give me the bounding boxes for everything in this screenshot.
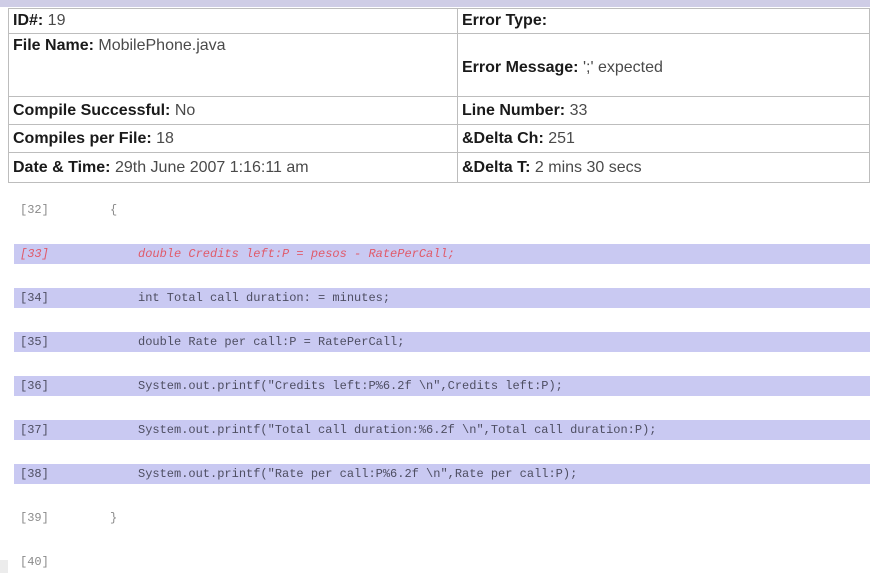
code-text: double Rate per call:P = RatePerCall; [138, 335, 405, 349]
date-time-label: Date & Time: [13, 159, 111, 176]
code-text: } [110, 511, 118, 525]
error-type-cell: Error Type: [457, 8, 870, 34]
compiles-per-file-value: 18 [151, 130, 174, 147]
line-number: [35] [20, 335, 49, 349]
line-number: [33] [20, 247, 49, 261]
line-number: [40] [20, 555, 49, 569]
line-number: [32] [20, 203, 49, 217]
delta-t-value: 2 mins 30 secs [530, 159, 642, 176]
error-info-table: ID#: 19 Error Type: File Name: MobilePho… [8, 8, 870, 183]
header-bar [0, 0, 870, 7]
line-number-label: Line Number: [462, 102, 566, 119]
file-name-value: MobilePhone.java [93, 37, 226, 54]
delta-ch-label: &Delta Ch: [462, 130, 544, 147]
code-text: System.out.printf("Total call duration:%… [138, 423, 657, 437]
line-number: [39] [20, 511, 49, 525]
compile-successful-value: No [170, 102, 196, 119]
delta-ch-cell: &Delta Ch: 251 [457, 124, 870, 153]
date-time-value: 29th June 2007 1:16:11 am [110, 159, 309, 176]
code-line: [35] double Rate per call:P = RatePerCal… [14, 332, 870, 352]
error-message-cell: Error Message: ';' expected [457, 33, 870, 97]
line-number-cell: Line Number: 33 [457, 96, 870, 125]
compiles-per-file-label: Compiles per File: [13, 130, 152, 147]
code-text: double Credits left:P = pesos - RatePerC… [138, 247, 455, 261]
compiles-per-file-cell: Compiles per File: 18 [8, 124, 458, 153]
code-line-error: [33] double Credits left:P = pesos - Rat… [14, 244, 870, 264]
code-listing: [32] { [33] double Credits left:P = peso… [8, 192, 870, 573]
line-number: [38] [20, 467, 49, 481]
code-line: [32] { [14, 200, 117, 220]
code-line: [39] } [14, 508, 117, 528]
file-name-label: File Name: [13, 37, 94, 54]
line-number: [37] [20, 423, 49, 437]
code-line: [34] int Total call duration: = minutes; [14, 288, 870, 308]
code-text: int Total call duration: = minutes; [138, 291, 391, 305]
id-value: 19 [43, 12, 66, 29]
error-type-label: Error Type: [462, 12, 548, 29]
code-line: [37] System.out.printf("Total call durat… [14, 420, 870, 440]
date-time-cell: Date & Time: 29th June 2007 1:16:11 am [8, 152, 458, 183]
compile-successful-cell: Compile Successful: No [8, 96, 458, 125]
delta-t-cell: &Delta T: 2 mins 30 secs [457, 152, 870, 183]
id-cell: ID#: 19 [8, 8, 458, 34]
line-number: [34] [20, 291, 49, 305]
code-text: { [110, 203, 118, 217]
code-line: [36] System.out.printf("Credits left:P%6… [14, 376, 870, 396]
file-name-cell: File Name: MobilePhone.java [8, 33, 458, 97]
line-number: [36] [20, 379, 49, 393]
error-message-value: ';' expected [578, 59, 663, 76]
id-label: ID#: [13, 12, 44, 29]
code-line: [38] System.out.printf("Rate per call:P%… [14, 464, 870, 484]
line-number-value: 33 [565, 102, 588, 119]
delta-ch-value: 251 [543, 130, 575, 147]
scrollbar-stub [0, 560, 8, 573]
code-text: System.out.printf("Credits left:P%6.2f \… [138, 379, 563, 393]
code-text: System.out.printf("Rate per call:P%6.2f … [138, 467, 578, 481]
compile-successful-label: Compile Successful: [13, 102, 171, 119]
code-line: [40] [14, 552, 49, 572]
delta-t-label: &Delta T: [462, 159, 531, 176]
error-message-label: Error Message: [462, 59, 579, 76]
